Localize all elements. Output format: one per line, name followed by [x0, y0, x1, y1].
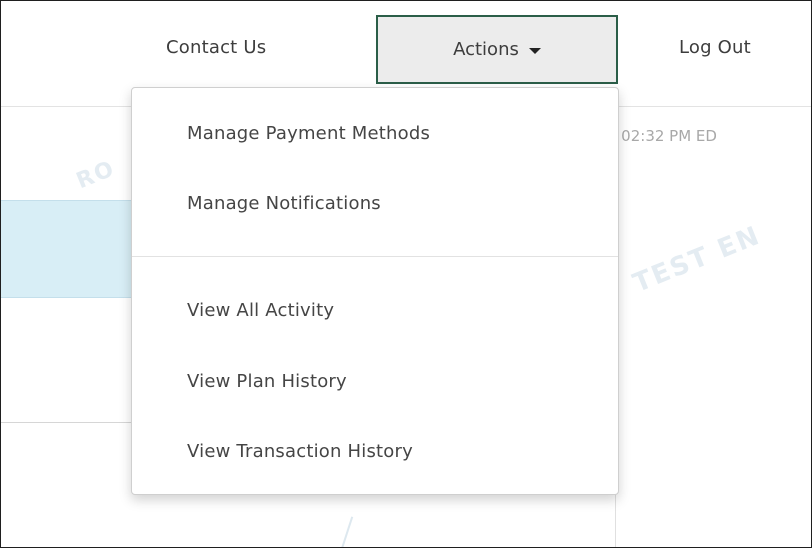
highlighted-row[interactable]: [1, 200, 141, 298]
menu-item-view-plan-history[interactable]: View Plan History: [187, 371, 347, 392]
watermark-left: RO: [73, 156, 120, 195]
actions-dropdown-button[interactable]: Actions: [376, 15, 618, 84]
timestamp-text: - 02:32 PM ED: [611, 127, 717, 145]
menu-item-view-transaction-history[interactable]: View Transaction History: [187, 441, 413, 462]
row-divider: [1, 422, 141, 423]
actions-button-label: Actions: [453, 39, 519, 60]
app-frame: - 02:32 PM ED TEST EN RO Contact Us Acti…: [0, 0, 812, 548]
column-divider: [615, 491, 616, 547]
contact-us-link[interactable]: Contact Us: [166, 37, 266, 58]
menu-item-view-all-activity[interactable]: View All Activity: [187, 300, 334, 321]
log-out-link[interactable]: Log Out: [679, 37, 751, 58]
menu-divider: [132, 256, 618, 257]
menu-item-manage-notifications[interactable]: Manage Notifications: [187, 193, 381, 214]
actions-dropdown-menu: Manage Payment Methods Manage Notificati…: [131, 87, 619, 495]
caret-down-icon: [528, 47, 541, 54]
watermark: TEST EN: [629, 220, 765, 299]
menu-item-manage-payment-methods[interactable]: Manage Payment Methods: [187, 123, 430, 144]
watermark-fragment: [340, 516, 354, 547]
